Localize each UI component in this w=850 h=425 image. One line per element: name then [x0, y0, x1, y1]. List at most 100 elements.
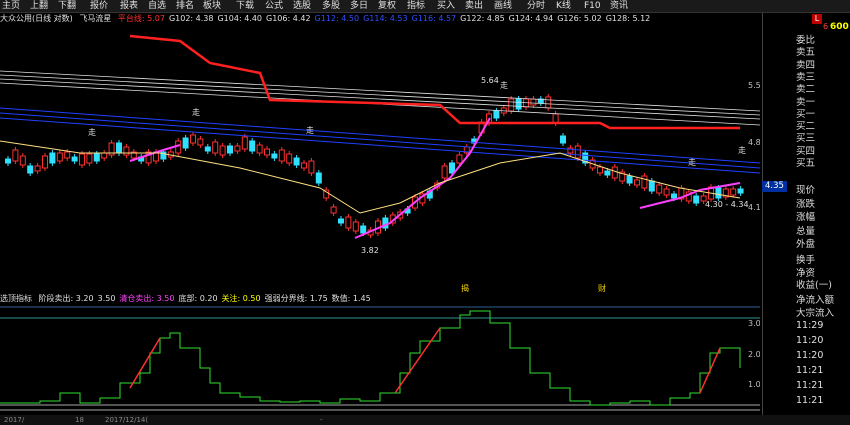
- toolbar-item-14[interactable]: 指标: [407, 0, 425, 12]
- sub-step-line: [0, 310, 741, 406]
- toolbar-item-8[interactable]: 下载: [236, 0, 254, 12]
- toolbar-item-18[interactable]: 分时: [527, 0, 545, 12]
- ma-line-white-0: [0, 70, 760, 112]
- toolbar-item-3[interactable]: 报价: [90, 0, 108, 12]
- candle-body: [227, 145, 233, 154]
- candle-body: [234, 145, 241, 152]
- candle-body: [693, 195, 700, 204]
- toolbar-item-1[interactable]: 上翻: [30, 0, 48, 12]
- turnover-label-2: 收益(一): [796, 280, 832, 291]
- candle-body: [456, 154, 463, 164]
- sub-y-tick-0: 3.00: [748, 319, 760, 328]
- candle-body: [441, 165, 448, 179]
- candle-body: [330, 206, 337, 214]
- ma-line-white-2: [0, 78, 760, 120]
- main-y-tick-0: 5.53: [748, 81, 760, 90]
- candle-body: [315, 172, 322, 184]
- toolbar-item-9[interactable]: 公式: [265, 0, 283, 12]
- toolbar-item-20[interactable]: F10: [584, 0, 601, 12]
- annotation-zou-5: 走: [688, 158, 696, 167]
- candle-body: [101, 152, 108, 159]
- candle-body: [508, 98, 515, 112]
- quote-label-4: 外盘: [796, 239, 816, 250]
- candle-body: [597, 166, 603, 174]
- toolbar-item-15[interactable]: 买入: [437, 0, 455, 12]
- trend-segment-2: [354, 117, 491, 239]
- candle-body: [34, 165, 41, 172]
- candle-body: [611, 166, 618, 179]
- candle-body: [116, 142, 122, 154]
- candle-body: [352, 221, 359, 232]
- candle-body: [641, 175, 648, 189]
- main-chart-canvas[interactable]: 走走走走走走5.643.824.30 - 4.34揭财5.534.864.19: [0, 13, 760, 293]
- candle-body: [545, 96, 552, 109]
- candle-body: [27, 165, 34, 174]
- time-label-4: 11:21: [796, 380, 824, 391]
- toolbar-item-21[interactable]: 资讯: [610, 0, 628, 12]
- candle-body: [190, 134, 196, 144]
- toolbar-item-16[interactable]: 卖出: [465, 0, 483, 12]
- platform-line: [129, 34, 740, 130]
- flow-label-1: 大宗流入: [796, 307, 835, 319]
- time-tick-2: 2017/12/14(: [105, 416, 149, 424]
- toolbar-item-7[interactable]: 板块: [203, 0, 221, 12]
- sub-indicator-chart[interactable]: 选顶指标 阶段卖出: 3.20 3.50 清仓卖出: 3.50 底部: 0.20 关注:…: [0, 293, 760, 415]
- candle-body: [530, 98, 537, 106]
- candle-body: [278, 149, 285, 162]
- candle-body: [271, 153, 278, 159]
- candle-body: [360, 225, 367, 234]
- candle-body: [493, 110, 500, 119]
- candle-body: [449, 162, 455, 174]
- toolbar-item-17[interactable]: 画线: [494, 0, 512, 12]
- candle-body: [293, 157, 300, 166]
- candle-body: [552, 113, 559, 124]
- sub-chart-canvas[interactable]: 3.00 2.00 1.00: [0, 293, 760, 415]
- candle-body: [256, 144, 263, 154]
- main-kline-chart[interactable]: 大众公用(日线 对数) 飞马流星 平台线: 5.07 G102: 4.38 G104…: [0, 13, 760, 293]
- toolbar-item-6[interactable]: 排名: [176, 0, 194, 12]
- ma-line-blue-1: [0, 112, 760, 169]
- candle-body: [338, 218, 344, 224]
- candle-body: [204, 146, 211, 152]
- candle-body: [730, 188, 737, 196]
- main-y-tick-1: 4.86: [748, 138, 760, 147]
- candle-body: [345, 216, 352, 229]
- candle-body: [56, 152, 63, 162]
- time-axis: 2017/18 2017/12/14(-: [0, 415, 850, 425]
- top-badge-num: 6: [823, 22, 829, 31]
- toolbar-item-13[interactable]: 复权: [378, 0, 396, 12]
- quote-label-3: 总量: [796, 225, 816, 237]
- candle-body: [286, 153, 293, 164]
- candle-body: [79, 153, 85, 166]
- candle-body: [123, 146, 130, 156]
- candle-body: [634, 179, 640, 186]
- candle-body: [5, 158, 11, 164]
- annotation-range: 4.30 - 4.34: [705, 200, 749, 209]
- candle-body: [671, 193, 677, 199]
- toolbar-item-0[interactable]: 主页: [2, 0, 20, 12]
- toolbar-item-5[interactable]: 自选: [148, 0, 166, 12]
- candle-body: [560, 135, 566, 144]
- annotation-zou-1: 走: [88, 128, 96, 137]
- time-tick-3: -: [320, 416, 323, 424]
- candle-body: [626, 175, 633, 184]
- toolbar-item-11[interactable]: 多股: [322, 0, 340, 12]
- current-price-badge: 4.35: [762, 181, 787, 192]
- quote-label-0: 现价: [796, 185, 816, 196]
- time-label-2: 11:20: [796, 350, 824, 361]
- toolbar-item-10[interactable]: 选股: [293, 0, 311, 12]
- candle-body: [249, 140, 256, 152]
- toolbar-item-2[interactable]: 下翻: [58, 0, 76, 12]
- annotation-marker-a: 揭: [461, 283, 469, 293]
- candle-body: [64, 151, 71, 159]
- annotation-zou-2: 走: [192, 108, 200, 117]
- quote-label-1: 涨跌: [796, 198, 816, 210]
- candle-body: [197, 138, 204, 146]
- toolbar-item-19[interactable]: K线: [556, 0, 571, 12]
- toolbar-item-12[interactable]: 多日: [350, 0, 368, 12]
- candle-body: [663, 188, 670, 196]
- time-label-5: 11:21: [796, 395, 824, 406]
- sub-y-tick-2: 1.00: [748, 380, 760, 389]
- sub-rise-0: [129, 337, 161, 389]
- toolbar-item-4[interactable]: 报表: [120, 0, 138, 12]
